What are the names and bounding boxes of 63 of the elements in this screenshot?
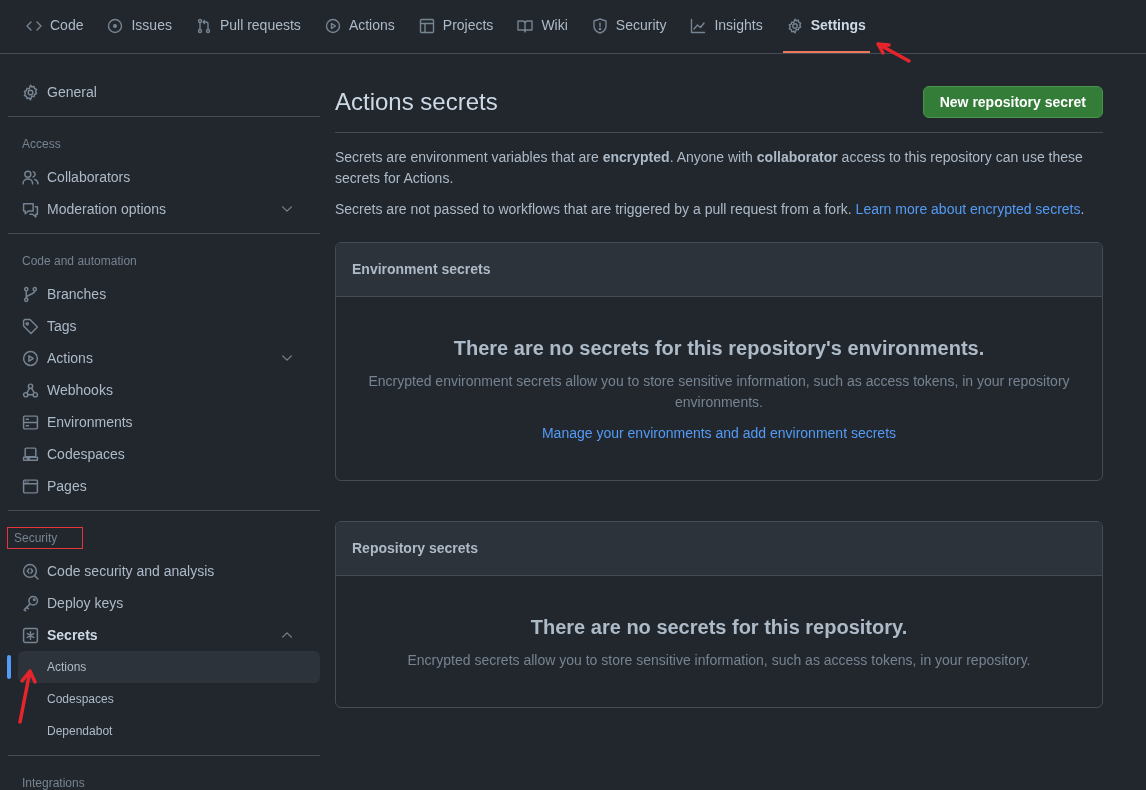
nav-tab[interactable]: Wiki xyxy=(513,0,572,53)
sidebar-section-heading: Security xyxy=(7,527,83,549)
sidebar-subitem[interactable]: Actions xyxy=(18,651,320,683)
nav-tab[interactable]: Pull requests xyxy=(191,0,305,53)
nav-tab[interactable]: Projects xyxy=(414,0,498,53)
shield-icon xyxy=(591,17,608,34)
sidebar-item[interactable]: Pages xyxy=(8,470,320,502)
nav-tab[interactable]: Issues xyxy=(103,0,176,53)
nav-tab[interactable]: Insights xyxy=(686,0,767,53)
sidebar-item[interactable]: Deploy keys xyxy=(8,587,320,619)
note-text: Secrets are not passed to workflows that are triggered by a pull request from a fork. Learn more about encrypted secrets. xyxy=(335,200,1086,219)
nav-tab[interactable]: Code xyxy=(22,0,88,53)
sidebar-item[interactable]: Secrets xyxy=(8,619,320,651)
sidebar-item[interactable]: Tags xyxy=(8,310,320,342)
sidebar-item[interactable]: General xyxy=(8,76,320,108)
manage-environments-link[interactable]: Manage your environments and add environment secrets xyxy=(541,423,897,444)
nav-tab[interactable]: Actions xyxy=(320,0,399,53)
page-title: Actions secrets xyxy=(335,87,498,117)
selection-indicator xyxy=(7,655,11,679)
pull-request-icon xyxy=(195,17,212,34)
sidebar-item[interactable]: Collaborators xyxy=(8,161,320,193)
table-icon xyxy=(418,17,435,34)
speech-bubbles-icon xyxy=(22,200,39,218)
sidebar-item[interactable]: Codespaces xyxy=(8,438,320,470)
tag-icon xyxy=(22,317,39,335)
nav-tab[interactable]: Settings xyxy=(782,0,870,53)
sidebar-section-heading: Integrations xyxy=(21,775,86,790)
play-icon xyxy=(324,17,341,34)
nav-tab[interactable]: Security xyxy=(587,0,671,53)
panel-title: Repository secrets xyxy=(352,539,479,558)
circle-dot-icon xyxy=(107,17,124,34)
sidebar-subitem[interactable]: Dependabot xyxy=(18,715,320,747)
sidebar-section-heading: Code and automation xyxy=(21,253,138,270)
webhook-icon xyxy=(22,381,39,399)
empty-state-text: Encrypted environment secrets allow you to store sensitive information, such as access tokens, in your repository environments. xyxy=(367,372,1071,412)
sidebar-item[interactable]: Code security and analysis xyxy=(8,555,320,587)
graph-icon xyxy=(690,17,707,34)
sidebar-subitem[interactable]: Codespaces xyxy=(18,683,320,715)
asterisk-icon xyxy=(22,626,39,644)
laptop-icon xyxy=(22,445,39,463)
intro-text: Secrets are environment variables that are encrypted. Anyone with collaborator access to this repository can use these secrets for Actions. xyxy=(335,148,1084,188)
panel-title: Environment secrets xyxy=(352,260,491,279)
book-icon xyxy=(517,17,534,34)
browser-window-icon xyxy=(22,477,39,495)
code-scan-icon xyxy=(22,562,39,580)
people-icon xyxy=(22,168,39,186)
empty-state-title: There are no secrets for this repository. xyxy=(530,615,908,640)
learn-more-link[interactable]: Learn more about encrypted secrets xyxy=(855,201,1081,217)
key-icon xyxy=(22,594,39,612)
settings-icon xyxy=(22,83,39,101)
sidebar-section-heading: Access xyxy=(21,136,62,153)
sidebar-item[interactable]: Actions xyxy=(8,342,320,374)
sidebar-item[interactable]: Moderation options xyxy=(8,193,320,225)
branch-icon xyxy=(22,285,39,303)
empty-state-text: Encrypted secrets allow you to store sensitive information, such as access tokens, in your repository. xyxy=(407,651,1031,670)
server-icon xyxy=(22,413,39,431)
new-secret-button[interactable]: New repository secret xyxy=(922,86,1103,118)
sidebar-item[interactable]: Branches xyxy=(8,278,320,310)
empty-state-title: There are no secrets for this repository's environments. xyxy=(453,336,985,361)
sidebar-item[interactable]: Webhooks xyxy=(8,374,320,406)
settings-icon xyxy=(786,17,803,34)
play-icon xyxy=(22,349,39,367)
sidebar-item[interactable]: Environments xyxy=(8,406,320,438)
